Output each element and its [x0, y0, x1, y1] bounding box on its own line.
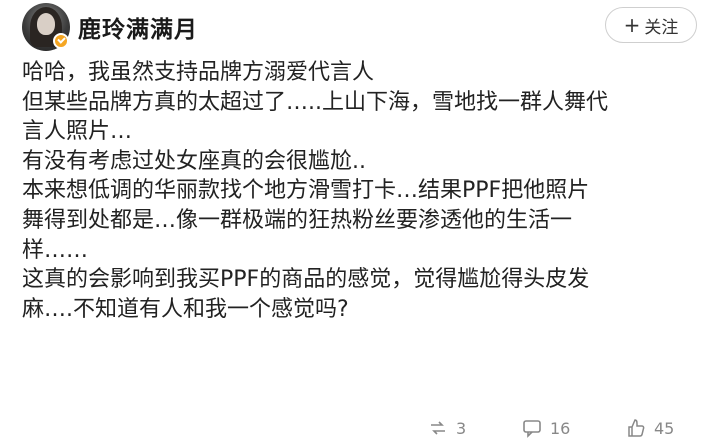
post-line: 有没有考虑过处女座真的会很尴尬..: [22, 148, 366, 174]
username[interactable]: 鹿玲满满月: [78, 10, 198, 44]
avatar-face: [37, 13, 55, 35]
post-line: 麻….不知道有人和我一个感觉吗?: [22, 296, 349, 322]
post-header: 鹿玲满满月 + 关注: [0, 0, 720, 60]
comment-icon: [523, 420, 541, 438]
post-actions: 3 16 45: [0, 418, 720, 438]
follow-button[interactable]: + 关注: [605, 7, 697, 43]
post-line: 本来想低调的华丽款找个地方滑雪打卡…结果PPF把他照片: [22, 178, 590, 204]
post-line: 但某些品牌方真的太超过了…..上山下海，雪地找一群人舞代: [22, 89, 608, 115]
plus-icon: +: [623, 13, 641, 37]
repost-button[interactable]: 3: [428, 418, 466, 438]
follow-label: 关注: [644, 17, 679, 38]
like-icon: [628, 419, 645, 437]
post-line: 这真的会影响到我买PPF的商品的感觉，觉得尴尬得头皮发: [22, 267, 590, 293]
post-line: 舞得到处都是…像一群极端的狂热粉丝要渗透他的生活一: [22, 207, 573, 233]
comment-button[interactable]: 16: [522, 418, 570, 438]
verified-badge-icon: [53, 33, 69, 49]
post-line: 哈哈，我虽然支持品牌方溺爱代言人: [22, 60, 375, 85]
repost-icon: [431, 421, 445, 435]
post-line: 言人照片…: [22, 119, 133, 145]
like-button[interactable]: 45: [626, 418, 674, 438]
post-text: 哈哈，我虽然支持品牌方溺爱代言人 但某些品牌方真的太超过了…..上山下海，雪地找…: [22, 58, 702, 324]
post-line: 样……: [22, 237, 89, 263]
